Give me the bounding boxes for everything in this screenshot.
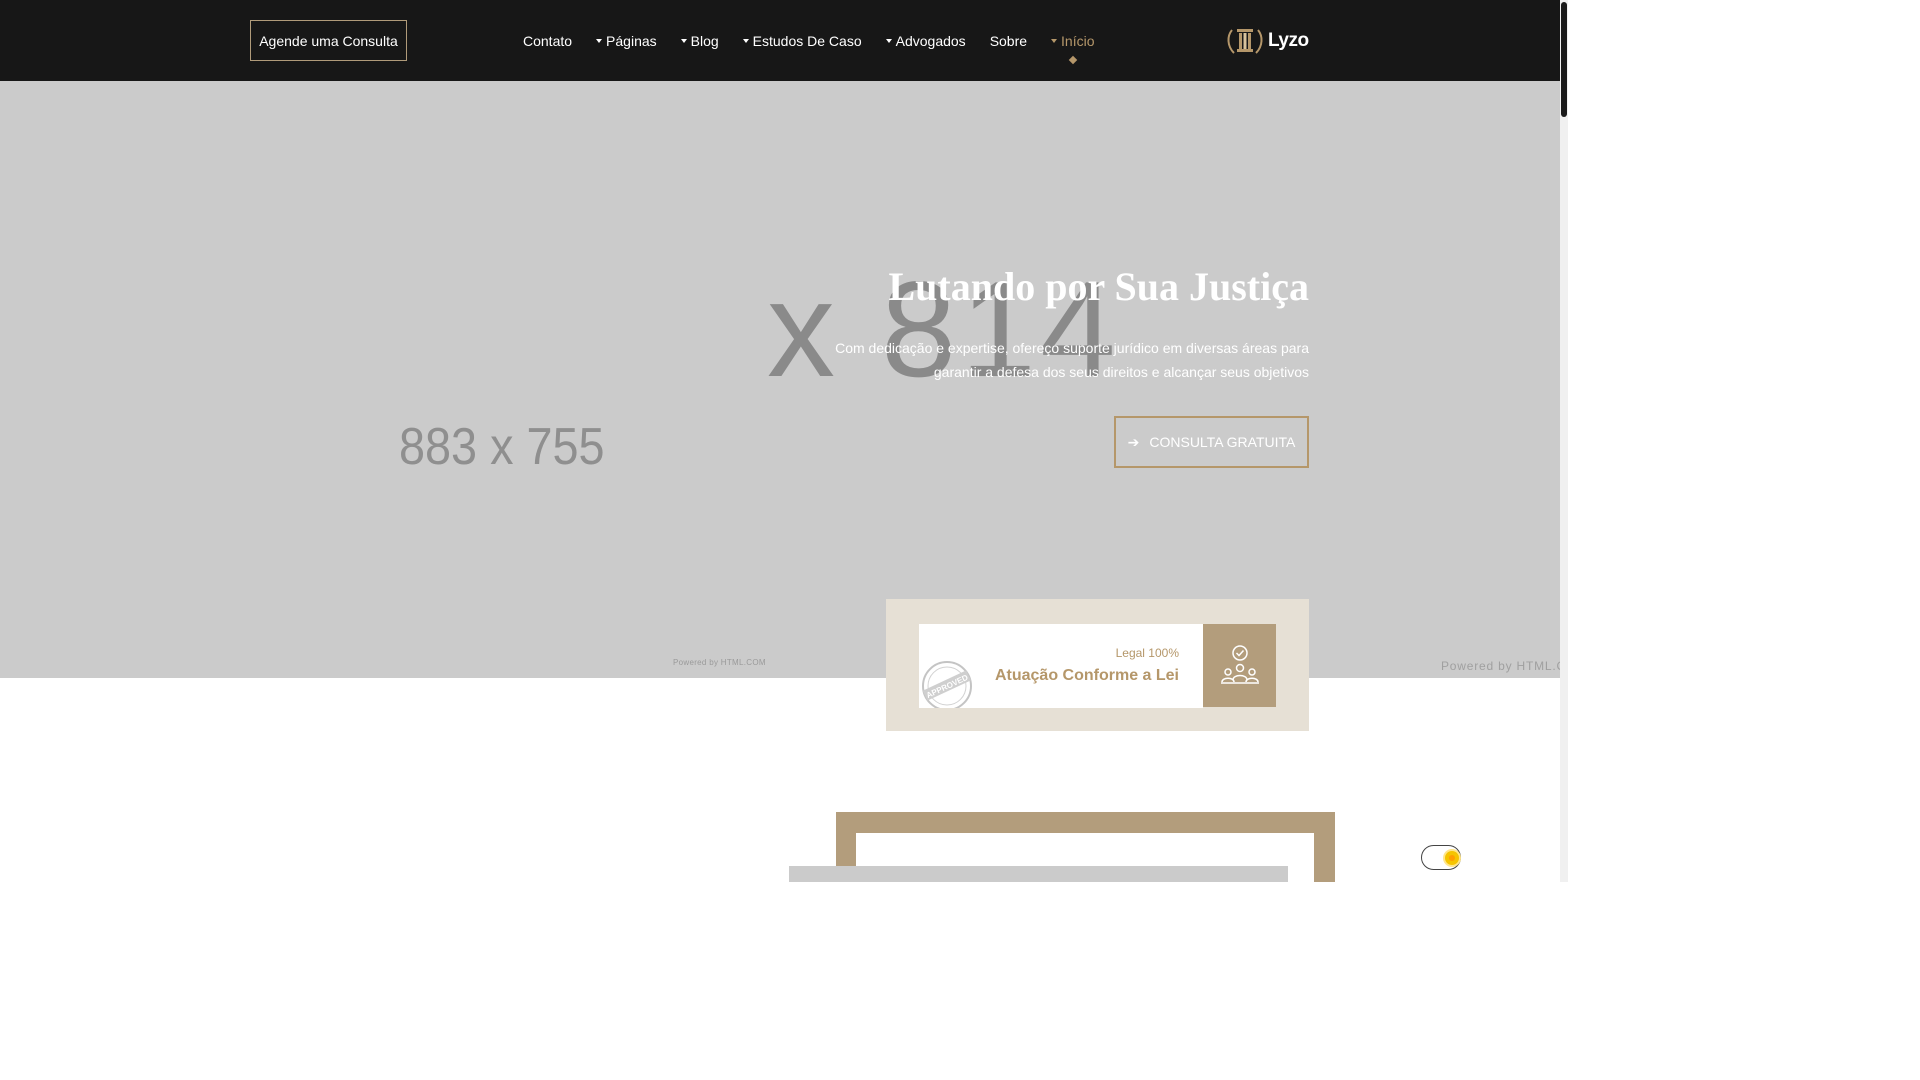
- pillar-laurel-icon: [1227, 29, 1263, 54]
- sun-icon: [1445, 851, 1459, 865]
- scrollbar-track[interactable]: [1560, 0, 1568, 882]
- hero-title: Lutando por Sua Justiça: [888, 264, 1309, 309]
- arrow-right-icon: ➔: [1127, 433, 1140, 450]
- theme-toggle[interactable]: [1421, 845, 1461, 870]
- scrollbar-thumb[interactable]: [1561, 2, 1567, 117]
- caret-down-icon: [596, 39, 603, 43]
- logo-text: Lyzo: [1268, 30, 1309, 51]
- nav-item-label: Blog: [690, 33, 719, 49]
- site-logo[interactable]: Lyzo: [1226, 25, 1310, 57]
- page: Agende uma Consulta Contato Páginas Blog…: [0, 0, 1568, 882]
- powered-by-label: Powered by HTML.COM: [1441, 659, 1560, 673]
- approved-stamp-icon: APPROVED: [922, 661, 972, 708]
- caret-down-icon: [1051, 39, 1058, 43]
- feature-card: APPROVED Legal 100% Atuação Conforme a L…: [919, 624, 1203, 708]
- caret-down-icon: [680, 39, 687, 43]
- nav-item-label: Início: [1061, 33, 1095, 49]
- nav-item-label: Páginas: [606, 33, 657, 49]
- caret-down-icon: [885, 39, 892, 43]
- nav-item-label: Sobre: [989, 33, 1028, 49]
- free-consultation-button[interactable]: ➔ CONSULTA GRATUITA: [1114, 416, 1309, 468]
- active-indicator-icon: [1068, 55, 1078, 65]
- main-nav: Contato Páginas Blog Estudos De Caso Adv…: [523, 31, 1119, 65]
- nav-item-label: Contato: [523, 33, 573, 49]
- button-label: CONSULTA GRATUITA: [1149, 434, 1296, 450]
- caret-down-icon: [742, 39, 749, 43]
- nav-item-label: Advogados: [895, 33, 966, 49]
- feature-icon-box: [1203, 624, 1276, 707]
- nav-item-label: Estudos De Caso: [752, 33, 862, 49]
- nav-item-contato[interactable]: Contato: [523, 33, 572, 49]
- nav-item-sobre[interactable]: Sobre: [990, 33, 1027, 49]
- team-check-icon: [1220, 644, 1259, 684]
- schedule-consultation-button[interactable]: Agende uma Consulta: [250, 20, 407, 61]
- hero-subtitle: Com dedicação e expertise, ofereço supor…: [835, 340, 1309, 380]
- hero-section: x 814 883 x 755 Powered by HTML.COM Powe…: [0, 81, 1560, 678]
- site-header: Agende uma Consulta Contato Páginas Blog…: [0, 0, 1560, 81]
- powered-by-label: Powered by HTML.COM: [673, 658, 766, 667]
- about-image-placeholder: [789, 866, 1288, 882]
- feature-kicker: Legal 100%: [1115, 646, 1179, 660]
- nav-item-paginas[interactable]: Páginas: [596, 33, 657, 49]
- placeholder-image-label: 883 x 755: [399, 418, 605, 476]
- nav-item-advogados[interactable]: Advogados: [885, 33, 966, 49]
- nav-item-inicio[interactable]: Início: [1051, 33, 1095, 65]
- nav-item-blog[interactable]: Blog: [680, 33, 719, 49]
- feature-title: Atuação Conforme a Lei: [994, 667, 1179, 684]
- nav-item-estudos-de-caso[interactable]: Estudos De Caso: [742, 33, 862, 49]
